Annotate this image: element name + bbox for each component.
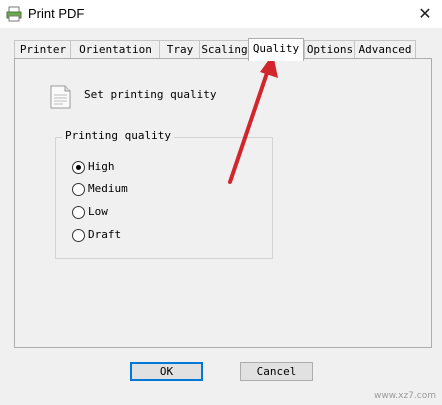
close-icon: ✕ xyxy=(418,4,432,23)
title-bar: Print PDF ✕ xyxy=(0,0,442,28)
tab-options[interactable]: Options xyxy=(304,40,356,59)
radio-button[interactable] xyxy=(72,183,85,196)
tab-scaling[interactable]: Scaling xyxy=(199,40,250,59)
panel-heading: Set printing quality xyxy=(84,88,217,101)
document-icon xyxy=(50,85,71,109)
radio-label: Low xyxy=(88,205,108,218)
cancel-button[interactable]: Cancel xyxy=(240,362,313,381)
tab-advanced[interactable]: Advanced xyxy=(354,40,416,59)
radio-button-selected[interactable] xyxy=(72,161,85,174)
site-watermark: www.xz7.com xyxy=(374,391,436,401)
tab-orientation[interactable]: Orientation xyxy=(70,40,161,59)
radio-label: Draft xyxy=(88,228,122,241)
ok-button[interactable]: OK xyxy=(130,362,203,381)
group-title: Printing quality xyxy=(62,129,174,142)
radio-button[interactable] xyxy=(72,229,85,242)
radio-label: High xyxy=(88,160,115,173)
close-button[interactable]: ✕ xyxy=(408,0,442,28)
printer-app-icon xyxy=(6,6,22,22)
tab-strip: Printer Orientation Tray Scaling Quality… xyxy=(14,38,434,61)
radio-label: Medium xyxy=(88,182,128,195)
tab-tray[interactable]: Tray xyxy=(159,40,201,59)
tab-quality[interactable]: Quality xyxy=(248,38,304,61)
tab-printer[interactable]: Printer xyxy=(14,40,72,59)
window-title: Print PDF xyxy=(28,6,85,21)
radio-button[interactable] xyxy=(72,206,85,219)
